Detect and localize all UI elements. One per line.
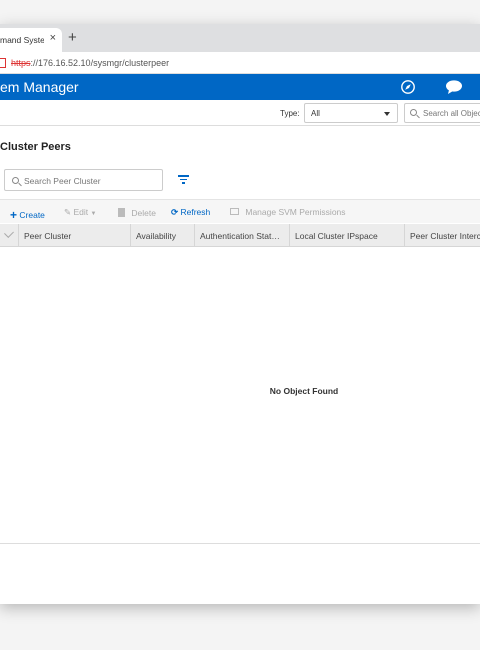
delete-button[interactable]: Delete xyxy=(118,207,156,218)
peer-search-placeholder: Search Peer Cluster xyxy=(24,176,101,186)
column-header-local-cluster-ipspace[interactable]: Local Cluster IPspace xyxy=(289,224,404,247)
manage-svm-permissions-button[interactable]: Manage SVM Permissions xyxy=(230,207,346,217)
column-header-peer-cluster[interactable]: Peer Cluster xyxy=(18,224,130,247)
pencil-icon: ✎ xyxy=(64,207,72,217)
table-header: Peer Cluster Availability Authentication… xyxy=(0,224,480,247)
select-all-checkbox[interactable] xyxy=(4,228,14,238)
type-select[interactable]: All xyxy=(304,103,398,123)
search-all-objects-placeholder: Search all Objects xyxy=(423,109,480,118)
column-header-availability[interactable]: Availability xyxy=(130,224,194,247)
browser-tab[interactable]: mand Syste × xyxy=(0,28,62,52)
create-label: Create xyxy=(19,210,45,220)
action-toolbar: + Create ✎ Edit ▼ Delete ⟳ Refresh Manag… xyxy=(0,199,480,223)
search-all-objects-input[interactable]: Search all Objects xyxy=(404,103,480,123)
peer-cluster-search-input[interactable]: Search Peer Cluster xyxy=(4,169,163,191)
type-select-value: All xyxy=(311,109,320,118)
browser-window: mand Syste × + https ://176.16.52.10/sys… xyxy=(0,24,480,604)
url-text: ://176.16.52.10/sysmgr/clusterpeer xyxy=(30,57,170,68)
new-tab-button[interactable]: + xyxy=(68,29,77,46)
close-tab-icon[interactable]: × xyxy=(50,32,56,44)
app-title: em Manager xyxy=(0,79,79,95)
tab-strip: mand Syste × + xyxy=(0,24,480,52)
compass-icon[interactable] xyxy=(400,79,416,95)
manage-svm-label: Manage SVM Permissions xyxy=(245,207,346,217)
filter-icon[interactable] xyxy=(178,175,189,185)
search-icon xyxy=(410,109,417,116)
column-header-authentication-status[interactable]: Authentication Stat… xyxy=(194,224,289,247)
empty-state-message: No Object Found xyxy=(269,386,339,396)
edit-label: Edit xyxy=(73,207,89,217)
app-header: em Manager xyxy=(0,74,480,100)
refresh-icon: ⟳ xyxy=(171,207,179,217)
edit-button[interactable]: ✎ Edit ▼ xyxy=(64,207,96,218)
browser-tab-title: mand Syste xyxy=(0,35,44,45)
page-title: Cluster Peers xyxy=(0,141,71,153)
url-scheme: https xyxy=(11,57,31,68)
delete-label: Delete xyxy=(131,208,156,218)
type-label: Type: xyxy=(280,109,300,118)
divider xyxy=(0,543,480,544)
chat-icon[interactable] xyxy=(445,79,463,95)
chevron-down-icon xyxy=(384,112,390,116)
refresh-label: Refresh xyxy=(180,207,211,217)
insecure-lock-icon xyxy=(0,57,6,68)
grid-icon xyxy=(230,208,239,215)
column-header-peer-cluster-intercluster[interactable]: Peer Cluster Interc xyxy=(404,224,480,247)
refresh-button[interactable]: ⟳ Refresh xyxy=(171,207,210,218)
address-bar[interactable]: https ://176.16.52.10/sysmgr/clusterpeer xyxy=(0,52,480,74)
trash-icon xyxy=(118,208,125,217)
create-button[interactable]: + Create xyxy=(10,207,45,222)
search-filter-bar: Type: All Search all Objects xyxy=(0,100,480,126)
chevron-down-icon: ▼ xyxy=(90,211,97,217)
search-icon xyxy=(12,177,19,184)
plus-icon: + xyxy=(10,208,18,222)
